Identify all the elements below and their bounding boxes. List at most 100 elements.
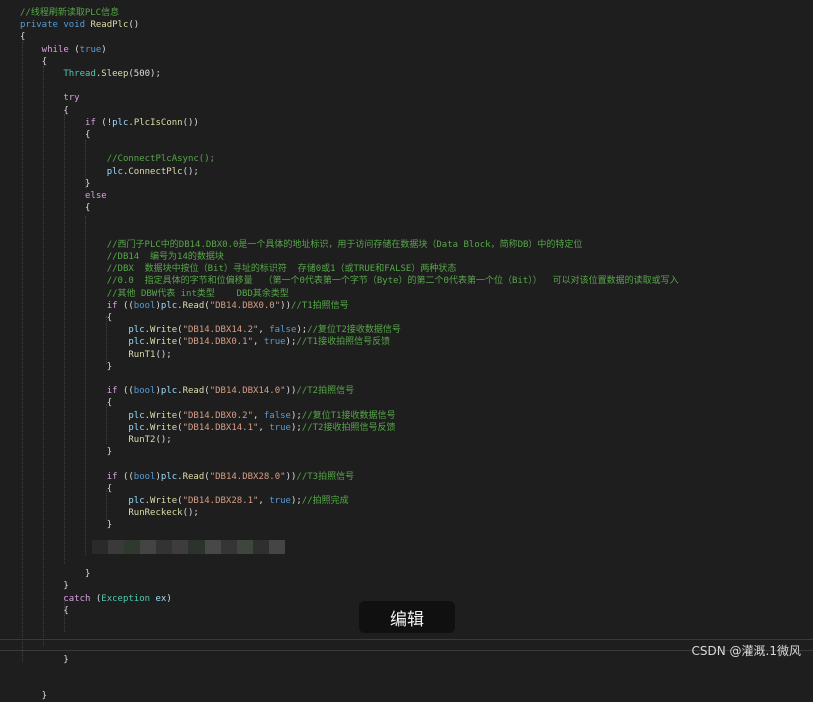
code-line[interactable]: } bbox=[20, 446, 112, 458]
code-token-comment: //ConnectPlcAsync(); bbox=[20, 154, 216, 165]
code-token-string: "DB14.DBX14.0" bbox=[209, 386, 286, 397]
code-token-plain: (); bbox=[155, 435, 172, 445]
code-line[interactable]: //线程刷新读取PLC信息 bbox=[20, 7, 119, 19]
edit-button[interactable]: 编辑 bbox=[359, 601, 455, 633]
code-token-plain: { bbox=[20, 203, 91, 214]
code-line[interactable]: } bbox=[20, 580, 68, 592]
code-token-control: if bbox=[20, 117, 102, 128]
code-token-control: else bbox=[20, 191, 107, 201]
code-line[interactable]: { bbox=[20, 105, 68, 117]
code-line[interactable]: { bbox=[20, 483, 112, 495]
code-token-plain: (( bbox=[122, 471, 134, 482]
code-line[interactable]: { bbox=[20, 56, 47, 68]
code-token-plain: )) bbox=[285, 471, 297, 482]
code-token-plain: ) bbox=[166, 593, 172, 604]
code-line[interactable]: //DBX 数据块中按位（Bit）寻址的标识符 存储0或1（或TRUE和FALS… bbox=[20, 263, 457, 275]
code-line[interactable]: } bbox=[20, 690, 47, 702]
code-token-plain: } bbox=[20, 178, 91, 189]
code-token-keyword: bool bbox=[133, 471, 156, 482]
code-token-method: Read bbox=[182, 471, 205, 482]
code-token-control: catch bbox=[20, 593, 96, 604]
code-token-variable: plc bbox=[20, 325, 145, 336]
code-line[interactable]: try bbox=[20, 92, 79, 104]
code-line[interactable]: plc.ConnectPlc(); bbox=[20, 166, 199, 178]
code-line[interactable]: else bbox=[20, 190, 107, 202]
code-line[interactable]: catch (Exception ex) bbox=[20, 593, 172, 605]
code-token-method: PlcIsConn bbox=[133, 117, 183, 128]
code-line[interactable]: } bbox=[20, 654, 69, 666]
code-line[interactable]: plc.Write("DB14.DBX0.1", true);//T1接收拍照信… bbox=[20, 336, 390, 348]
code-token-plain: } bbox=[20, 654, 69, 665]
code-token-plain: (! bbox=[101, 117, 113, 128]
code-token-keyword: true bbox=[263, 337, 286, 348]
code-line[interactable]: plc.Write("DB14.DBX14.1", true);//T2接收拍照… bbox=[20, 422, 395, 434]
code-line[interactable]: //西门子PLC中的DB14.DBX0.0是一个具体的地址标识，用于访问存储在数… bbox=[20, 239, 583, 251]
code-line[interactable]: Thread.Sleep(500); bbox=[20, 68, 161, 80]
code-token-method: RunReckeck bbox=[20, 508, 183, 519]
code-line[interactable]: //其他 DBW代表 int类型 DBD其余类型 bbox=[20, 288, 289, 300]
code-token-comment: //线程刷新读取PLC信息 bbox=[20, 8, 120, 18]
code-line[interactable]: RunReckeck(); bbox=[20, 507, 198, 519]
code-line[interactable]: { bbox=[20, 129, 90, 141]
code-line[interactable]: plc.Write("DB14.DBX28.1", true);//拍照完成 bbox=[20, 495, 348, 507]
code-token-comment: //西门子PLC中的DB14.DBX0.0是一个具体的地址标识，用于访问存储在数… bbox=[20, 239, 583, 250]
code-token-plain: ); bbox=[290, 410, 302, 421]
code-token-keyword: private bbox=[20, 20, 64, 31]
code-token-plain: } bbox=[20, 569, 91, 580]
code-token-variable: ex bbox=[155, 593, 167, 604]
code-token-plain: ); bbox=[296, 325, 308, 336]
code-token-string: "DB14.DBX0.0" bbox=[209, 300, 281, 311]
code-token-method: RunT2 bbox=[20, 435, 156, 445]
code-line[interactable]: if ((bool)plc.Read("DB14.DBX14.0"))//T2拍… bbox=[20, 385, 354, 397]
code-token-comment: //T2拍照信号 bbox=[296, 386, 355, 397]
code-token-string: "DB14.DBX28.0" bbox=[209, 471, 286, 482]
code-token-method: Write bbox=[150, 496, 178, 506]
code-token-variable: plc bbox=[20, 422, 145, 433]
code-token-type: Exception bbox=[101, 593, 156, 604]
code-token-method: Write bbox=[150, 422, 178, 433]
code-token-string: "DB14.DBX28.1" bbox=[182, 496, 259, 506]
code-token-keyword: true bbox=[269, 422, 291, 433]
code-line[interactable]: { bbox=[20, 202, 90, 214]
code-token-comment: //T1接收拍照信号反馈 bbox=[296, 337, 391, 348]
code-line[interactable]: if ((bool)plc.Read("DB14.DBX28.0"))//T3拍… bbox=[20, 471, 354, 483]
code-token-plain: , bbox=[258, 496, 270, 506]
code-line[interactable]: } bbox=[20, 178, 90, 190]
code-line[interactable]: plc.Write("DB14.DBX0.2", false);//复位T1接收… bbox=[20, 410, 395, 422]
code-line[interactable]: RunT1(); bbox=[20, 349, 172, 361]
code-line[interactable]: { bbox=[20, 312, 112, 324]
code-line[interactable]: { bbox=[20, 605, 68, 617]
code-line[interactable]: } bbox=[20, 361, 112, 373]
code-token-plain: { bbox=[20, 313, 113, 323]
code-token-keyword: true bbox=[269, 496, 291, 506]
redacted-mosaic bbox=[92, 540, 285, 554]
code-token-method: Write bbox=[150, 337, 178, 348]
code-line[interactable]: while (true) bbox=[20, 44, 107, 56]
code-line[interactable]: //DB14 编号为14的数据块 bbox=[20, 251, 224, 263]
code-token-variable: plc bbox=[20, 166, 123, 177]
code-token-plain: (); bbox=[155, 349, 172, 360]
code-token-variable: plc bbox=[20, 410, 145, 421]
code-line[interactable]: RunT2(); bbox=[20, 434, 172, 446]
code-token-plain: , bbox=[253, 410, 264, 421]
code-line[interactable]: private void ReadPlc() bbox=[20, 19, 139, 31]
code-line[interactable]: { bbox=[20, 397, 112, 409]
code-token-keyword: bool bbox=[133, 386, 156, 397]
code-line[interactable]: if (!plc.PlcIsConn()) bbox=[20, 117, 199, 129]
code-editor[interactable]: //线程刷新读取PLC信息 private void ReadPlc(){ whi… bbox=[0, 0, 813, 701]
code-line[interactable]: if ((bool)plc.Read("DB14.DBX0.0"))//T1拍照… bbox=[20, 300, 349, 312]
code-line[interactable]: } bbox=[20, 519, 112, 531]
code-token-type: Thread bbox=[20, 69, 96, 79]
code-token-plain: (( bbox=[122, 300, 134, 311]
code-line[interactable]: //ConnectPlcAsync(); bbox=[20, 153, 215, 165]
code-line[interactable]: { bbox=[20, 31, 25, 43]
code-token-plain: () bbox=[128, 20, 140, 31]
code-line[interactable]: } bbox=[20, 568, 90, 580]
code-line[interactable]: plc.Write("DB14.DBX14.2", false);//复位T2接… bbox=[20, 324, 401, 336]
code-line[interactable]: //0.0 指定具体的字节和位偏移量 （第一个0代表第一个字节（Byte）的第二… bbox=[20, 275, 679, 287]
code-token-plain: , bbox=[253, 337, 264, 348]
edit-button-label: 编辑 bbox=[390, 609, 424, 630]
code-token-plain: (500); bbox=[128, 69, 161, 79]
code-token-plain: )) bbox=[280, 300, 291, 311]
code-token-comment: //T2接收拍照信号反馈 bbox=[301, 422, 396, 433]
